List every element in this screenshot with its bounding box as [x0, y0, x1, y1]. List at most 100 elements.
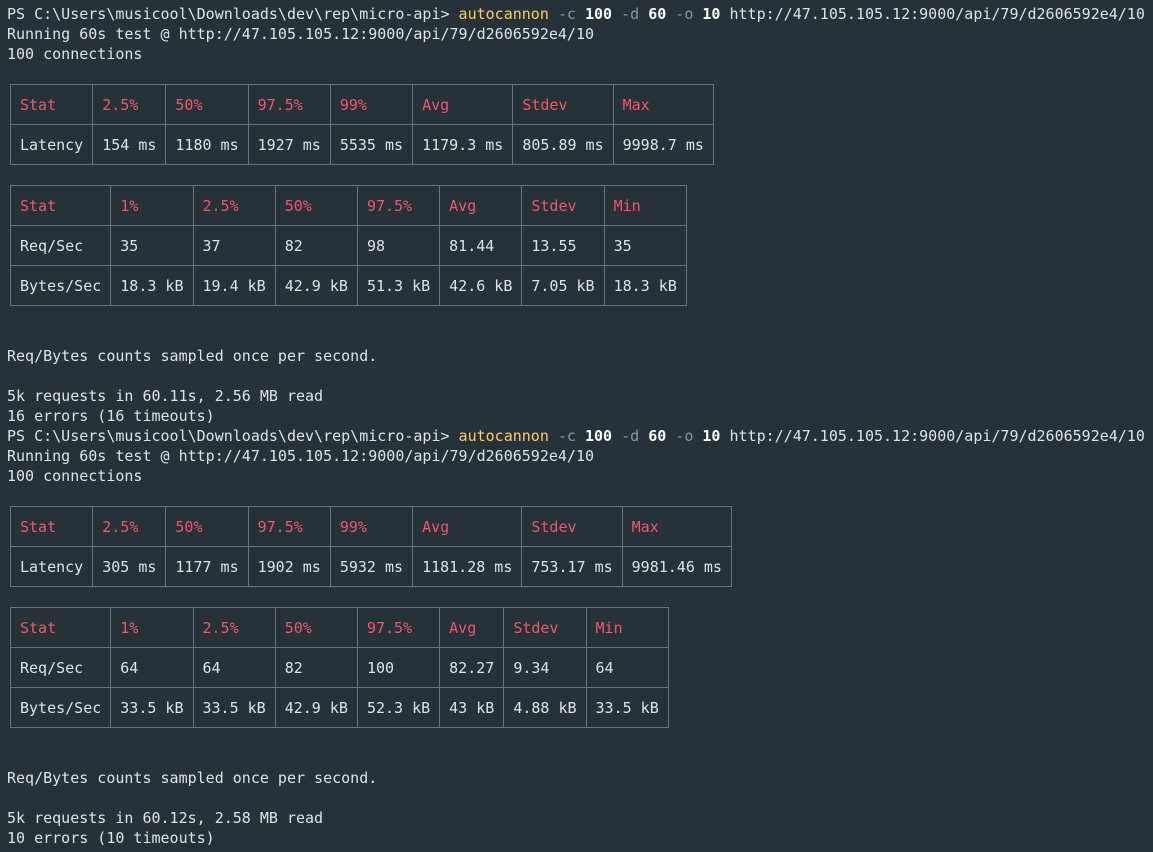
- benchmark-run: PS C:\Users\musicool\Downloads\dev\rep\m…: [7, 4, 1153, 426]
- flag-overall-rate-value: 10: [702, 427, 721, 445]
- flag-duration: -d: [621, 427, 640, 445]
- table-cell: 1927 ms: [247, 124, 331, 165]
- table-cell: 100: [356, 647, 441, 688]
- table-header-cell: 2.5%: [92, 84, 167, 125]
- table-cell: 81.44: [439, 225, 523, 266]
- latency-table: Stat 2.5% 50% 97.5% 99% Avg Stdev Max Latency 305…: [9, 506, 732, 587]
- table-cell: 82.27: [439, 647, 505, 688]
- command-name: autocannon: [458, 5, 549, 23]
- table-header-row: Stat 1% 2.5% 50% 97.5% Avg Stdev Min: [9, 607, 669, 648]
- table-cell: 1902 ms: [247, 546, 331, 587]
- table-cell: 19.4 kB: [192, 265, 276, 306]
- target-url: http://47.105.105.12:9000/api/79/d260659…: [729, 427, 1145, 445]
- terminal-output[interactable]: PS C:\Users\musicool\Downloads\dev\rep\m…: [0, 0, 1153, 848]
- table-cell: 37: [192, 225, 276, 266]
- table-cell: 35: [110, 225, 194, 266]
- benchmark-run: PS C:\Users\musicool\Downloads\dev\rep\m…: [7, 426, 1153, 848]
- table-header-cell: 1%: [110, 185, 194, 226]
- table-header-cell: 2.5%: [192, 607, 276, 648]
- table-cell: 64: [585, 647, 669, 688]
- throughput-table: Stat 1% 2.5% 50% 97.5% Avg Stdev Min Req/Sec 35 37…: [9, 185, 687, 306]
- sampled-note: Req/Bytes counts sampled once per second…: [7, 769, 378, 787]
- table-cell: 42.6 kB: [439, 265, 523, 306]
- table-cell: 1177 ms: [165, 546, 249, 587]
- table-cell: 9981.46 ms: [621, 546, 732, 587]
- command-line: PS C:\Users\musicool\Downloads\dev\rep\m…: [7, 4, 1153, 24]
- flag-duration-value: 60: [648, 5, 667, 23]
- table-cell: 805.89 ms: [512, 124, 614, 165]
- row-label-cell: Req/Sec: [9, 225, 112, 266]
- throughput-table: Stat 1% 2.5% 50% 97.5% Avg Stdev Min Req/Sec 64 64…: [9, 607, 669, 728]
- flag-connections-value: 100: [584, 5, 613, 23]
- table-header-cell: 2.5%: [192, 185, 276, 226]
- table-cell: 82: [274, 647, 358, 688]
- flag-connections: -c: [557, 427, 576, 445]
- table-header-cell: Stdev: [503, 607, 587, 648]
- table-row: Latency 154 ms 1180 ms 1927 ms 5535 ms 1179.3…: [9, 124, 714, 165]
- flag-overall-rate: -o: [675, 427, 694, 445]
- table-header-cell: Stat: [9, 185, 112, 226]
- table-header-cell: 99%: [329, 84, 414, 125]
- table-cell: 98: [356, 225, 441, 266]
- table-cell: 33.5 kB: [110, 687, 194, 728]
- flag-overall-rate-value: 10: [702, 5, 721, 23]
- table-cell: 33.5 kB: [585, 687, 669, 728]
- table-header-cell: 97.5%: [247, 84, 331, 125]
- table-cell: 753.17 ms: [521, 546, 623, 587]
- table-header-cell: 50%: [165, 84, 249, 125]
- table-row: Bytes/Sec 18.3 kB 19.4 kB 42.9 kB 51.3 kB 42.…: [9, 265, 687, 306]
- table-cell: 18.3 kB: [603, 265, 687, 306]
- shell-prompt: PS C:\Users\musicool\Downloads\dev\rep\m…: [7, 427, 450, 445]
- table-header-cell: 97.5%: [356, 185, 441, 226]
- table-cell: 64: [192, 647, 276, 688]
- table-cell: 42.9 kB: [274, 265, 358, 306]
- table-header-cell: Stdev: [512, 84, 614, 125]
- table-header-cell: Avg: [412, 84, 514, 125]
- table-row: Req/Sec 64 64 82 100 82.27 9.34 64: [9, 647, 669, 688]
- table-cell: 305 ms: [92, 546, 167, 587]
- running-line: Running 60s test @ http://47.105.105.12:…: [7, 447, 594, 465]
- flag-duration-value: 60: [648, 427, 667, 445]
- table-cell: 9998.7 ms: [612, 124, 714, 165]
- table-header-cell: 99%: [329, 506, 414, 547]
- table-cell: 52.3 kB: [356, 687, 441, 728]
- connections-line: 100 connections: [7, 467, 143, 485]
- table-header-cell: Stat: [9, 506, 94, 547]
- table-cell: 5535 ms: [329, 124, 414, 165]
- table-header-cell: 97.5%: [356, 607, 441, 648]
- table-header-cell: 50%: [165, 506, 249, 547]
- table-cell: 5932 ms: [329, 546, 414, 587]
- table-cell: 1180 ms: [165, 124, 249, 165]
- table-header-cell: Avg: [412, 506, 523, 547]
- table-cell: 42.9 kB: [274, 687, 358, 728]
- table-cell: 9.34: [503, 647, 587, 688]
- command-line: PS C:\Users\musicool\Downloads\dev\rep\m…: [7, 426, 1153, 446]
- table-cell: 35: [603, 225, 687, 266]
- row-label-cell: Bytes/Sec: [9, 265, 112, 306]
- table-cell: 4.88 kB: [503, 687, 587, 728]
- table-header-row: Stat 2.5% 50% 97.5% 99% Avg Stdev Max: [9, 84, 714, 125]
- table-header-cell: Stdev: [521, 185, 605, 226]
- table-header-cell: Stdev: [521, 506, 623, 547]
- flag-connections-value: 100: [584, 427, 613, 445]
- table-header-cell: 2.5%: [92, 506, 167, 547]
- summary-line: 5k requests in 60.12s, 2.58 MB read: [7, 809, 324, 827]
- errors-line: 16 errors (16 timeouts): [7, 407, 215, 425]
- table-header-cell: 50%: [274, 185, 358, 226]
- row-label-cell: Latency: [9, 546, 94, 587]
- target-url: http://47.105.105.12:9000/api/79/d260659…: [729, 5, 1145, 23]
- table-cell: 1179.3 ms: [412, 124, 514, 165]
- table-row: Latency 305 ms 1177 ms 1902 ms 5932 ms 1181.2…: [9, 546, 732, 587]
- summary-line: 5k requests in 60.11s, 2.56 MB read: [7, 387, 324, 405]
- table-header-row: Stat 1% 2.5% 50% 97.5% Avg Stdev Min: [9, 185, 687, 226]
- table-header-cell: Stat: [9, 84, 94, 125]
- command-name: autocannon: [458, 427, 549, 445]
- table-cell: 64: [110, 647, 194, 688]
- latency-table: Stat 2.5% 50% 97.5% 99% Avg Stdev Max Latency 154…: [9, 84, 714, 165]
- running-line: Running 60s test @ http://47.105.105.12:…: [7, 25, 594, 43]
- table-row: Bytes/Sec 33.5 kB 33.5 kB 42.9 kB 52.3 kB 43 …: [9, 687, 669, 728]
- table-header-cell: Min: [603, 185, 687, 226]
- row-label-cell: Req/Sec: [9, 647, 112, 688]
- table-row: Req/Sec 35 37 82 98 81.44 13.55 35: [9, 225, 687, 266]
- table-header-cell: Avg: [439, 607, 505, 648]
